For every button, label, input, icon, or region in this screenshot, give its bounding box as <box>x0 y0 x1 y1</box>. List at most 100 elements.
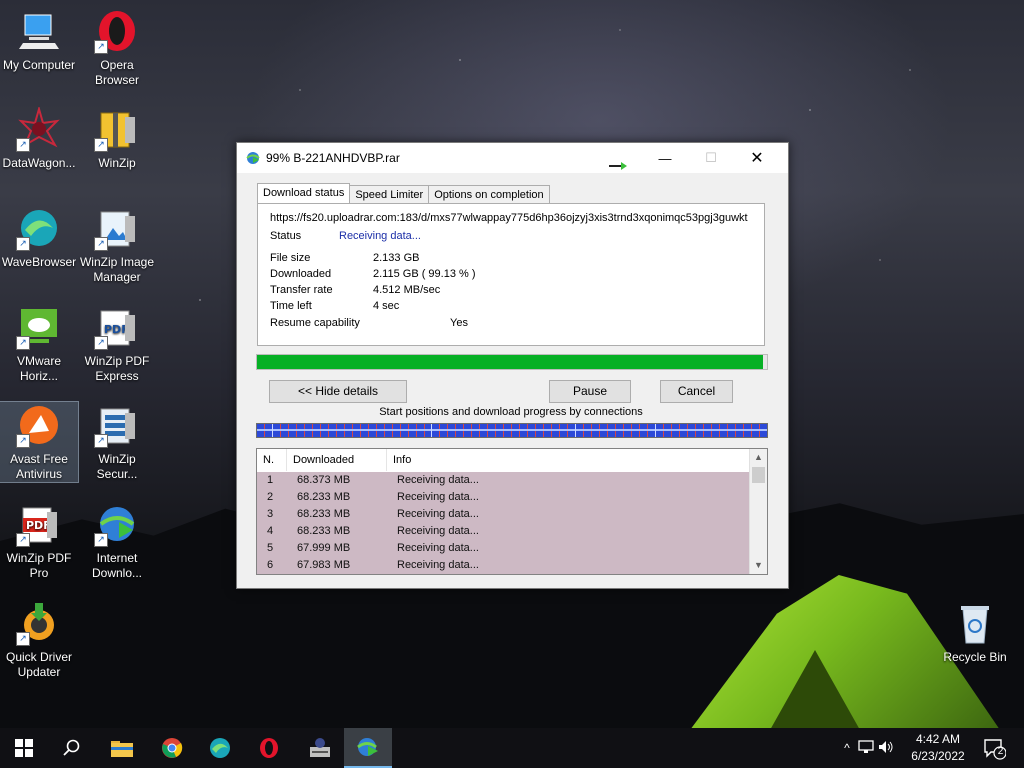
column-header-number[interactable]: N. <box>257 449 287 471</box>
shortcut-arrow-icon: ↗ <box>94 533 108 547</box>
desktop-icon-winzip-secure[interactable]: ↗ WinZip Secur... <box>78 402 156 482</box>
taskbar-file-explorer[interactable] <box>98 728 146 768</box>
clock-time: 4:42 AM <box>915 732 961 746</box>
desktop-icon-label: VMware Horiz... <box>16 354 61 383</box>
desktop-icon-avast[interactable]: ↗ Avast Free Antivirus <box>0 401 79 483</box>
table-row[interactable]: 6 67.983 MB Receiving data... <box>257 557 749 574</box>
table-row[interactable]: 5 67.999 MB Receiving data... <box>257 540 749 557</box>
column-header-info[interactable]: Info <box>387 449 749 471</box>
shortcut-arrow-icon: ↗ <box>94 237 108 251</box>
desktop-icon-winzip[interactable]: ↗ WinZip <box>78 106 156 171</box>
search-icon <box>63 739 80 756</box>
installer-icon <box>310 738 330 757</box>
table-scrollbar[interactable]: ▲ ▼ <box>749 449 767 574</box>
download-status-panel: https://fs20.uploadrar.com:183/d/mxs77wl… <box>257 203 765 346</box>
file-size-value: 2.133 GB <box>373 252 420 264</box>
table-body: 1 68.373 MB Receiving data... 2 68.233 M… <box>257 472 749 574</box>
time-left-label: Time left <box>270 300 312 312</box>
volume-icon[interactable] <box>876 740 896 757</box>
pause-button[interactable]: Pause <box>549 380 631 403</box>
desktop-icon-my-computer[interactable]: My Computer <box>0 8 78 73</box>
driver-updater-icon: ↗ <box>16 600 62 646</box>
desktop-icon-label: WaveBrowser <box>1 255 77 269</box>
table-row[interactable]: 1 68.373 MB Receiving data... <box>257 472 749 489</box>
taskbar-installer-app[interactable] <box>296 728 344 768</box>
maximize-button[interactable]: ☐ <box>688 143 734 173</box>
desktop-icon-label: Avast Free Antivirus <box>10 452 68 481</box>
desktop-icon-datawagon[interactable]: ↗ DataWagon... <box>0 106 78 171</box>
taskbar-clock[interactable]: 4:42 AM 6/23/2022 <box>900 731 976 765</box>
scroll-up-icon[interactable]: ▲ <box>750 449 767 466</box>
opera-icon <box>260 738 278 758</box>
desktop-icon-winzip-pdf-express[interactable]: PDF ↗ WinZip PDF Express <box>78 304 156 384</box>
network-icon[interactable] <box>856 739 876 757</box>
table-header: N. Downloaded Info <box>257 449 749 471</box>
desktop-icon-winzip-image-manager[interactable]: ↗ WinZip Image Manager <box>78 205 156 285</box>
connection-segment <box>576 424 656 437</box>
desktop-icon-label: My Computer <box>2 58 76 72</box>
windows-icon <box>15 739 33 757</box>
desktop-icon-internet-download-manager[interactable]: ↗ Internet Downlo... <box>78 501 156 581</box>
idm-app-icon <box>245 150 261 166</box>
dialog-titlebar[interactable]: 99% B-221ANHDVBP.rar — ☐ ✕ <box>237 143 788 173</box>
cell-number: 1 <box>267 474 274 486</box>
minimize-icon: — <box>658 150 672 166</box>
hide-details-button[interactable]: << Hide details <box>269 380 407 403</box>
desktop-icon-label: WinZip PDF Express <box>84 354 150 383</box>
taskbar-chrome[interactable] <box>148 728 196 768</box>
close-button[interactable]: ✕ <box>734 143 780 173</box>
action-center-button[interactable]: 2 <box>982 736 1007 760</box>
scroll-thumb[interactable] <box>752 467 765 483</box>
desktop-icon-vmware-horizon[interactable]: ↗ VMware Horiz... <box>0 304 78 384</box>
desktop-icon-label: WinZip PDF Pro <box>6 551 72 580</box>
cell-number: 4 <box>267 525 274 537</box>
desktop-icon-quick-driver-updater[interactable]: ↗ Quick Driver Updater <box>0 600 78 680</box>
chrome-icon <box>162 738 183 758</box>
connection-segment <box>656 424 767 437</box>
shortcut-arrow-icon: ↗ <box>16 237 30 251</box>
desktop-icon-label: Opera Browser <box>94 58 139 87</box>
cell-number: 6 <box>267 559 274 571</box>
cancel-button[interactable]: Cancel <box>660 380 733 403</box>
close-icon: ✕ <box>750 150 764 167</box>
search-button[interactable] <box>48 728 96 768</box>
desktop-icon-label: Quick Driver Updater <box>5 650 72 679</box>
shortcut-arrow-icon: ↗ <box>16 632 30 646</box>
cell-info: Receiving data... <box>397 525 479 537</box>
download-progress-bar <box>256 354 768 370</box>
transfer-rate-label: Transfer rate <box>270 284 333 296</box>
desktop-icon-opera[interactable]: ↗ Opera Browser <box>78 8 156 88</box>
shortcut-arrow-icon: ↗ <box>16 138 30 152</box>
resume-capability-label: Resume capability <box>270 317 360 329</box>
transfer-rate-value: 4.512 MB/sec <box>373 284 441 296</box>
maximize-icon: ☐ <box>705 150 717 165</box>
desktop-icon-label: Internet Downlo... <box>91 551 143 580</box>
table-row[interactable]: 2 68.233 MB Receiving data... <box>257 489 749 506</box>
desktop-icon-recycle-bin[interactable]: Recycle Bin <box>936 600 1014 665</box>
winzip-icon: ↗ <box>94 106 140 152</box>
datawagon-icon: ↗ <box>16 106 62 152</box>
scroll-down-icon[interactable]: ▼ <box>750 557 767 574</box>
table-row[interactable]: 3 68.233 MB Receiving data... <box>257 506 749 523</box>
taskbar-wavebrowser[interactable] <box>196 728 244 768</box>
cell-downloaded: 68.373 MB <box>297 474 351 486</box>
taskbar-internet-download-manager[interactable] <box>344 728 392 768</box>
desktop-icon-wavebrowser[interactable]: ↗ WaveBrowser <box>0 205 78 270</box>
minimize-button[interactable]: — <box>642 143 688 173</box>
cell-downloaded: 68.233 MB <box>297 525 351 537</box>
desktop-icon-label: WinZip Image Manager <box>79 255 155 284</box>
column-header-downloaded[interactable]: Downloaded <box>287 449 387 471</box>
desktop-icon-label: Recycle Bin <box>943 650 1007 664</box>
table-row[interactable]: 4 68.233 MB Receiving data... <box>257 523 749 540</box>
download-dialog: 99% B-221ANHDVBP.rar — ☐ ✕ Download stat… <box>236 142 789 589</box>
cell-info: Receiving data... <box>397 491 479 503</box>
recycle-bin-icon <box>952 600 998 646</box>
notification-count: 2 <box>997 746 1004 757</box>
taskbar-opera[interactable] <box>245 728 293 768</box>
desktop-icon-winzip-pdf-pro[interactable]: PDF ↗ WinZip PDF Pro <box>0 501 78 581</box>
download-url: https://fs20.uploadrar.com:183/d/mxs77wl… <box>270 212 748 224</box>
tray-chevron-up-icon[interactable]: ^ <box>838 741 856 755</box>
start-button[interactable] <box>0 728 48 768</box>
downloaded-value: 2.115 GB ( 99.13 % ) <box>373 268 476 280</box>
vmware-icon: ↗ <box>16 304 62 350</box>
